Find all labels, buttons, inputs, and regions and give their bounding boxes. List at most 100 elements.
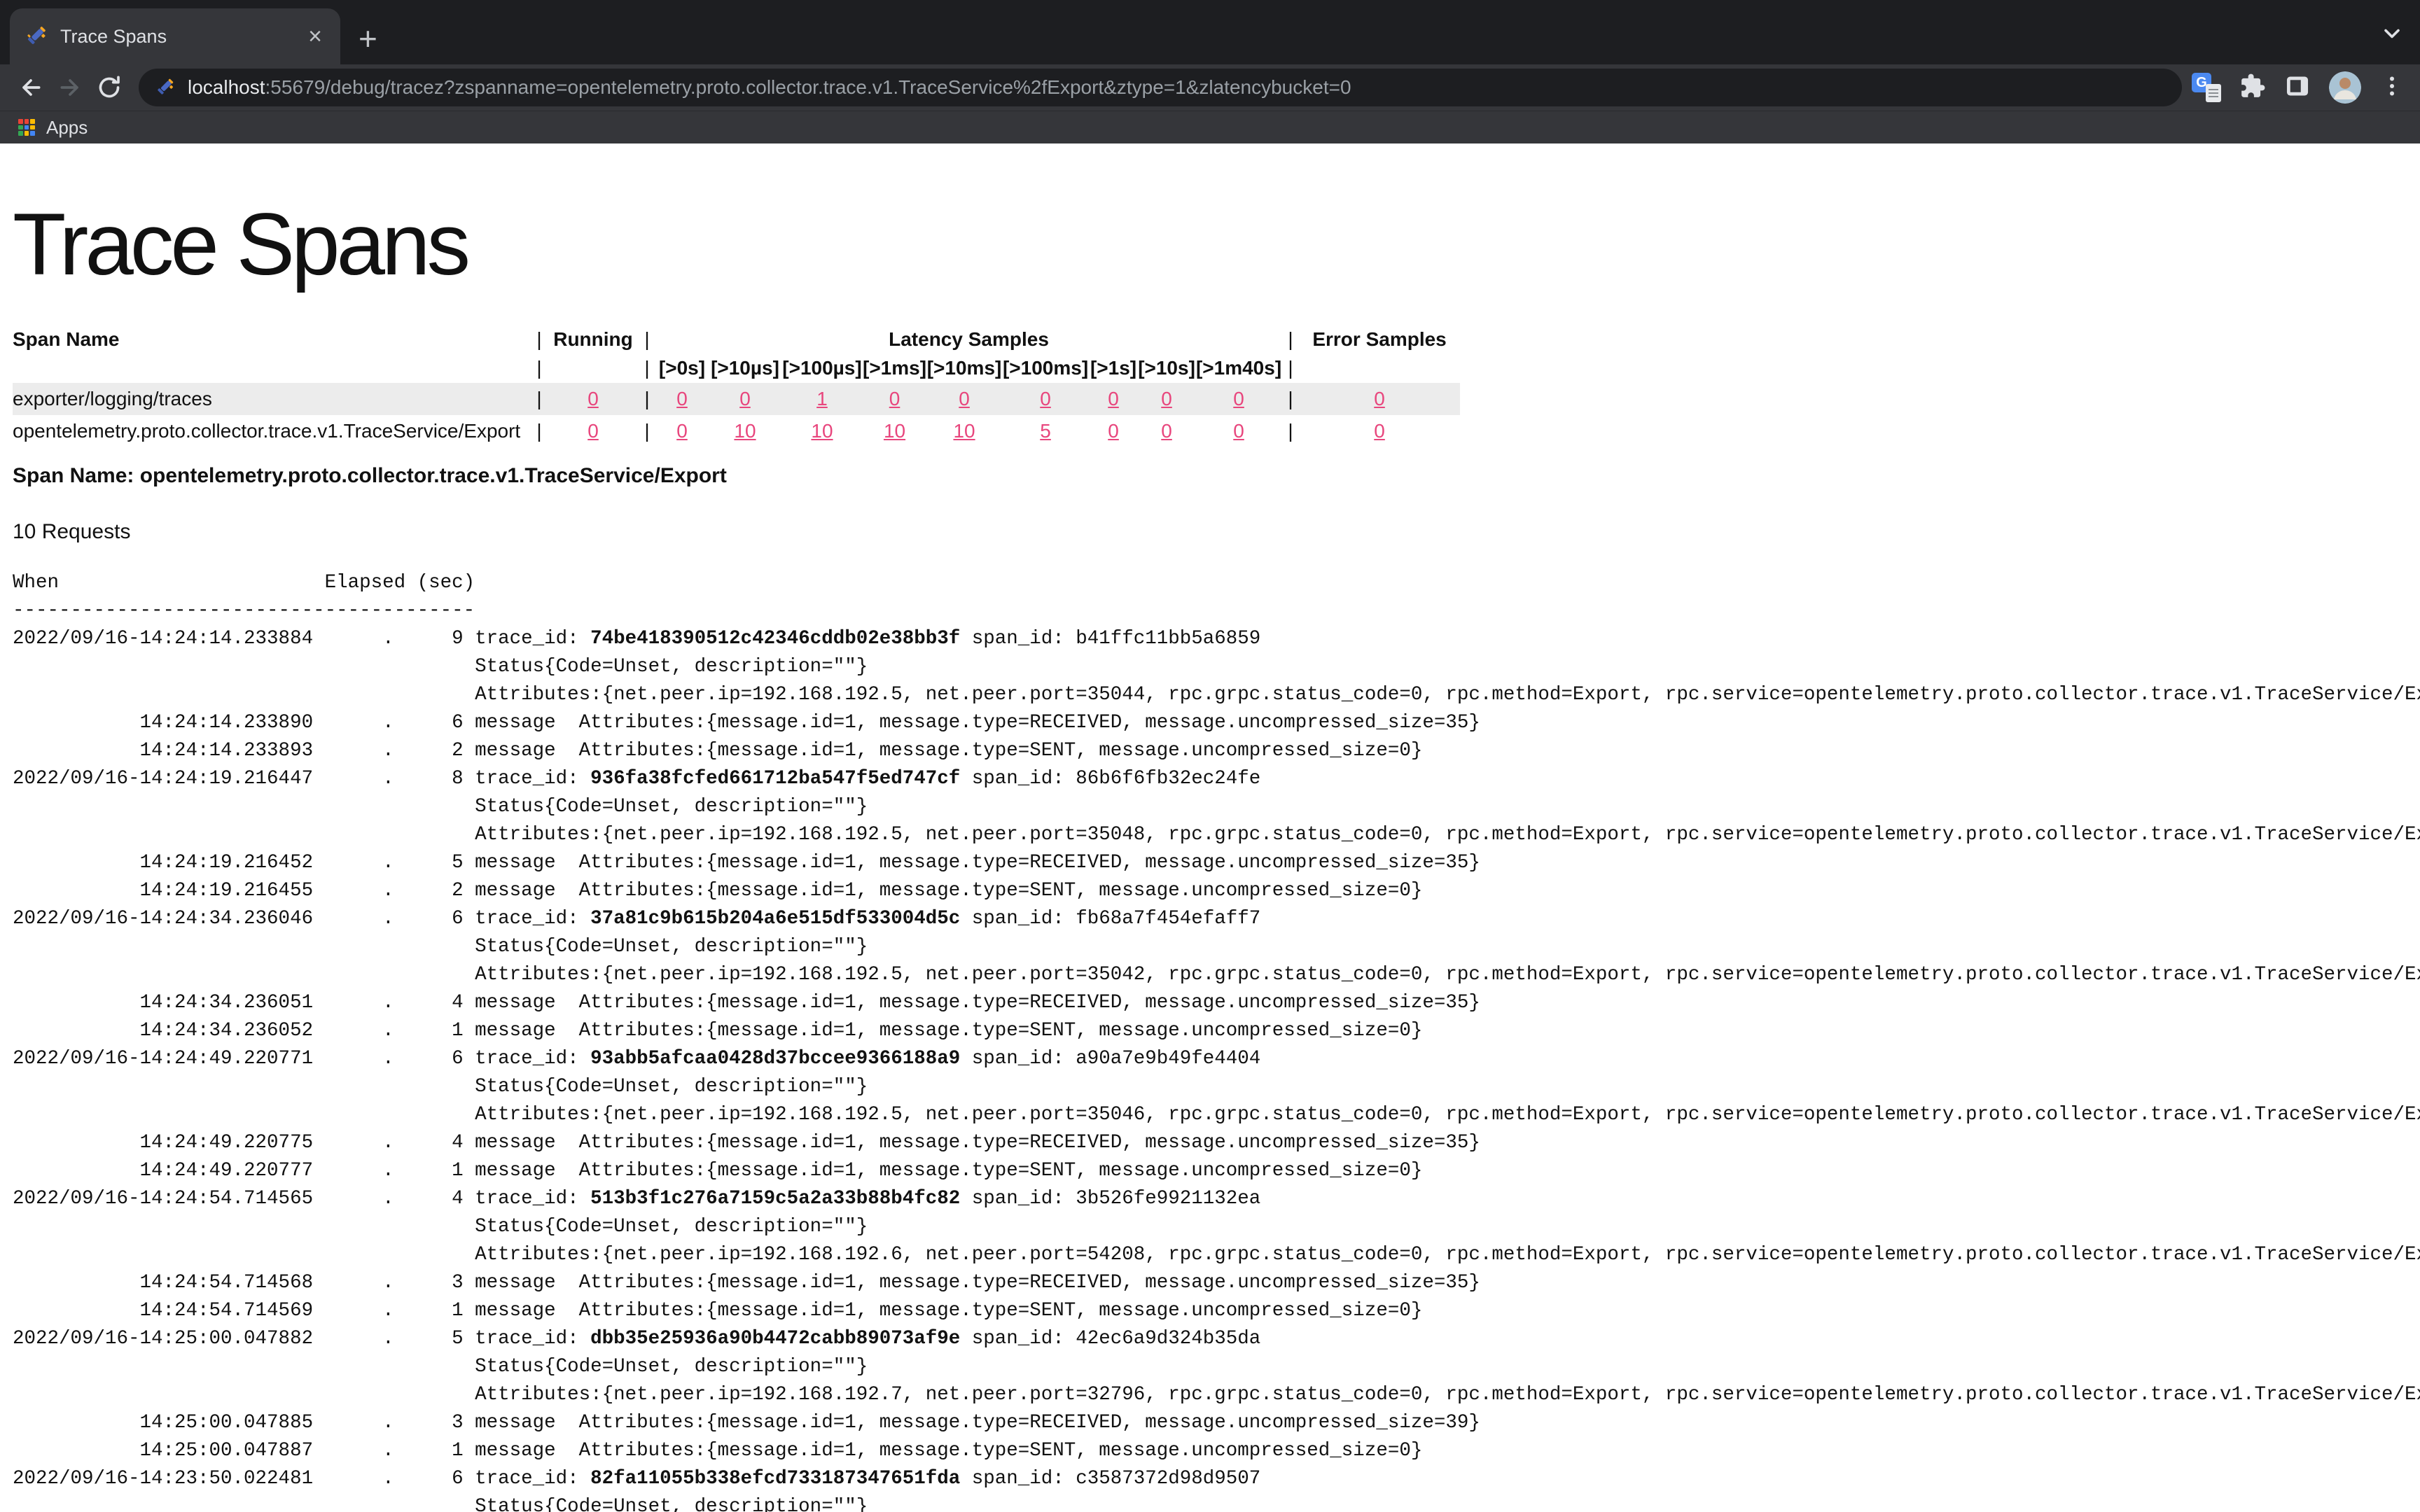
- attributes-line: Attributes:{net.peer.ip=192.168.192.5, n…: [13, 1104, 2420, 1126]
- trace-entry-line: 2022/09/16-14:24:34.236046 . 6 trace_id:…: [13, 908, 1260, 930]
- latency-sample-link[interactable]: 0: [1161, 420, 1172, 442]
- col-running: Running: [548, 326, 639, 354]
- browser-tab[interactable]: Trace Spans ×: [10, 8, 340, 64]
- back-icon[interactable]: [11, 68, 50, 107]
- latency-sample-link[interactable]: 10: [953, 420, 975, 442]
- latency-sample-cell: 0: [1138, 383, 1195, 415]
- column-separator: |: [639, 354, 655, 383]
- latency-sample-cell: 0: [655, 383, 709, 415]
- trace-id-value: dbb35e25936a90b4472cabb89073af9e: [590, 1328, 960, 1350]
- url-path: :55679/debug/tracez?zspanname=openteleme…: [265, 76, 1351, 98]
- extensions-icon[interactable]: [2239, 73, 2266, 103]
- latency-sample-cell: 0: [926, 383, 1002, 415]
- latency-sample-cell: 10: [863, 415, 926, 447]
- latency-sample-link[interactable]: 0: [739, 388, 751, 410]
- summary-header-row: Span Name | Running | Latency Samples | …: [13, 326, 1460, 354]
- message-event-line: 14:24:14.233893 . 2 message Attributes:{…: [13, 740, 1422, 762]
- tracez-favicon: [24, 24, 48, 48]
- message-event-line: 14:24:14.233890 . 6 message Attributes:{…: [13, 712, 1480, 734]
- running-count-cell: 0: [548, 415, 639, 447]
- trace-id-value: 936fa38fcfed661712ba547f5ed747cf: [590, 768, 960, 790]
- col-running-spacer: [548, 354, 639, 383]
- latency-sample-link[interactable]: 0: [1161, 388, 1172, 410]
- latency-sample-link[interactable]: 0: [676, 420, 688, 442]
- error-count-link[interactable]: 0: [1374, 420, 1385, 442]
- status-line: Status{Code=Unset, description=""}: [13, 656, 868, 678]
- latency-sample-cell: 0: [1089, 383, 1138, 415]
- error-count-cell: 0: [1299, 415, 1460, 447]
- summary-rows: exporter/logging/traces|0|001000000|0ope…: [13, 383, 1460, 447]
- close-icon[interactable]: ×: [304, 23, 326, 50]
- span-summary-table: Span Name | Running | Latency Samples | …: [13, 326, 1460, 447]
- message-event-line: 14:25:00.047885 . 3 message Attributes:{…: [13, 1412, 1480, 1434]
- col-span-name-spacer: [13, 354, 531, 383]
- latency-sample-link[interactable]: 1: [816, 388, 828, 410]
- bookmark-apps[interactable]: Apps: [18, 117, 88, 139]
- latency-bucket-header-row: ||[>0s][>10µs][>100µs][>1ms][>10ms][>100…: [13, 354, 1460, 383]
- latency-sample-link[interactable]: 0: [1233, 388, 1244, 410]
- latency-bucket-label: [>10µs]: [709, 354, 781, 383]
- trace-id-value: 37a81c9b615b204a6e515df533004d5c: [590, 908, 960, 930]
- latency-sample-cell: 1: [781, 383, 863, 415]
- column-separator: |: [531, 354, 548, 383]
- span-name-cell: opentelemetry.proto.collector.trace.v1.T…: [13, 415, 531, 447]
- reload-icon[interactable]: [90, 68, 129, 107]
- latency-sample-cell: 0: [655, 415, 709, 447]
- span-summary-row: exporter/logging/traces|0|001000000|0: [13, 383, 1460, 415]
- latency-bucket-label: [>1s]: [1089, 354, 1138, 383]
- trace-entry-line: 2022/09/16-14:25:00.047882 . 5 trace_id:…: [13, 1328, 1260, 1350]
- attributes-line: Attributes:{net.peer.ip=192.168.192.5, n…: [13, 684, 2420, 706]
- side-panel-icon[interactable]: [2284, 73, 2311, 103]
- latency-sample-link[interactable]: 10: [734, 420, 756, 442]
- latency-sample-link[interactable]: 0: [889, 388, 900, 410]
- running-count-link[interactable]: 0: [587, 388, 599, 410]
- request-count: 10 Requests: [13, 520, 2420, 544]
- apps-label: Apps: [46, 117, 88, 139]
- forward-icon[interactable]: [50, 68, 90, 107]
- log-divider: ----------------------------------------: [13, 600, 475, 622]
- message-event-line: 14:24:49.220775 . 4 message Attributes:{…: [13, 1132, 1480, 1154]
- page-title: Trace Spans: [13, 192, 2420, 298]
- trace-entry-line: 2022/09/16-14:24:54.714565 . 4 trace_id:…: [13, 1188, 1260, 1210]
- latency-sample-cell: 0: [1195, 383, 1282, 415]
- latency-sample-link[interactable]: 0: [1108, 420, 1119, 442]
- latency-bucket-label: [>100µs]: [781, 354, 863, 383]
- latency-sample-link[interactable]: 5: [1040, 420, 1051, 442]
- latency-sample-cell: 0: [1138, 415, 1195, 447]
- latency-sample-link[interactable]: 0: [1233, 420, 1244, 442]
- status-line: Status{Code=Unset, description=""}: [13, 936, 868, 958]
- latency-bucket-label: [>1ms]: [863, 354, 926, 383]
- latency-sample-cell: 10: [709, 415, 781, 447]
- new-tab-icon[interactable]: +: [359, 22, 377, 55]
- latency-sample-link[interactable]: 10: [811, 420, 833, 442]
- latency-sample-link[interactable]: 0: [959, 388, 970, 410]
- trace-id-value: 513b3f1c276a7159c5a2a33b88b4fc82: [590, 1188, 960, 1210]
- menu-icon[interactable]: [2379, 74, 2405, 102]
- error-count-link[interactable]: 0: [1374, 388, 1385, 410]
- status-line: Status{Code=Unset, description=""}: [13, 1356, 868, 1378]
- latency-bucket-label: [>100ms]: [1002, 354, 1089, 383]
- latency-sample-cell: 0: [863, 383, 926, 415]
- latency-sample-cell: 0: [1089, 415, 1138, 447]
- trace-log: When Elapsed (sec) ---------------------…: [13, 569, 2420, 1512]
- error-count-cell: 0: [1299, 383, 1460, 415]
- profile-avatar[interactable]: [2329, 71, 2361, 104]
- column-separator: |: [1282, 354, 1299, 383]
- url-bar[interactable]: localhost:55679/debug/tracez?zspanname=o…: [139, 69, 2182, 106]
- translate-icon[interactable]: G: [2192, 73, 2221, 102]
- message-event-line: 14:24:54.714568 . 3 message Attributes:{…: [13, 1272, 1480, 1294]
- tab-search-chevron-icon[interactable]: [2379, 21, 2405, 50]
- latency-sample-link[interactable]: 0: [1040, 388, 1051, 410]
- latency-sample-link[interactable]: 0: [676, 388, 688, 410]
- message-event-line: 14:24:54.714569 . 1 message Attributes:{…: [13, 1300, 1422, 1322]
- latency-sample-link[interactable]: 10: [884, 420, 905, 442]
- selected-span-heading: Span Name: opentelemetry.proto.collector…: [13, 464, 2420, 488]
- trace-entry-line: 2022/09/16-14:24:14.233884 . 9 trace_id:…: [13, 628, 1260, 650]
- latency-sample-link[interactable]: 0: [1108, 388, 1119, 410]
- col-error-samples: Error Samples: [1299, 326, 1460, 354]
- latency-sample-cell: 0: [709, 383, 781, 415]
- latency-sample-cell: 0: [1002, 383, 1089, 415]
- running-count-link[interactable]: 0: [587, 420, 599, 442]
- trace-entry-line: 2022/09/16-14:24:49.220771 . 6 trace_id:…: [13, 1048, 1260, 1070]
- latency-bucket-label: [>1m40s]: [1195, 354, 1282, 383]
